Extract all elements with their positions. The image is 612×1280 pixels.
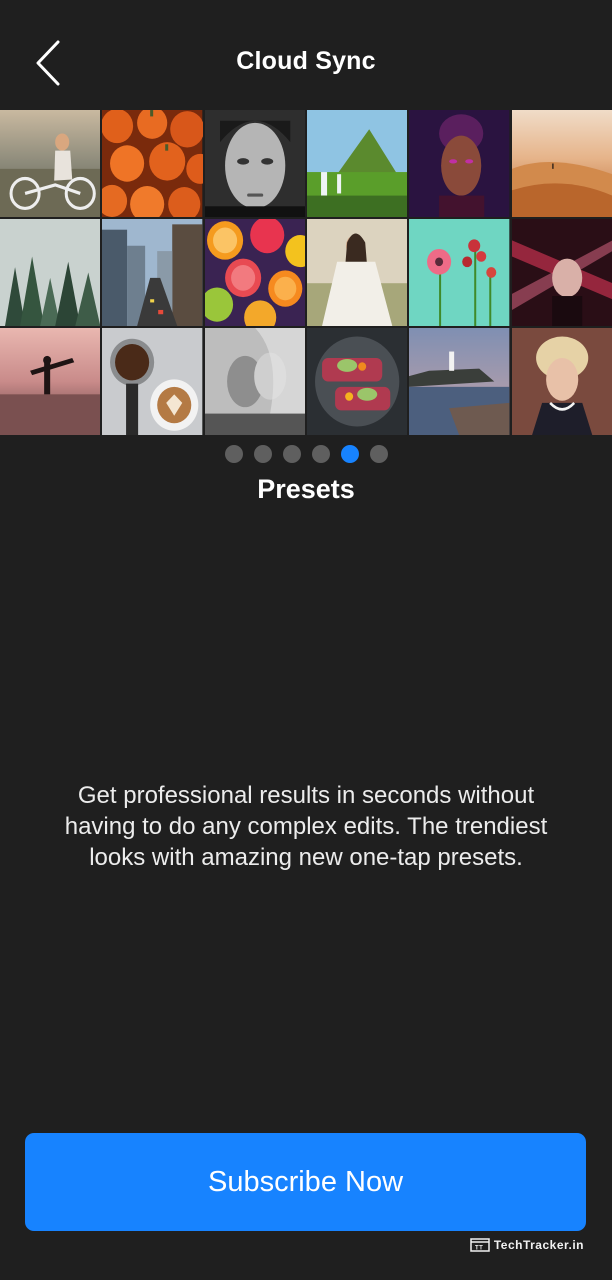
- watermark: TT TechTracker.in: [470, 1238, 584, 1252]
- carousel-pager: [0, 445, 612, 463]
- feature-heading: Presets: [257, 474, 355, 504]
- subscribe-button[interactable]: Subscribe Now: [25, 1133, 586, 1231]
- bw-portrait-photo: [204, 110, 305, 217]
- page-title: Cloud Sync: [236, 47, 376, 75]
- citrus-slices-photo: [204, 219, 305, 326]
- red-light-portrait-photo: [511, 219, 612, 326]
- feature-description: Get professional results in seconds with…: [64, 782, 548, 871]
- purple-portrait-photo: [409, 110, 510, 217]
- avocado-toast-photo: [307, 328, 408, 435]
- misty-forest-photo: [0, 219, 101, 326]
- vintage-portrait-photo: [511, 328, 612, 435]
- coffee-photo: [102, 328, 203, 435]
- desert-dunes-photo: [511, 110, 612, 217]
- browser-window-icon: TT: [470, 1238, 490, 1252]
- svg-text:TT: TT: [475, 1246, 483, 1252]
- surfer-sunset-photo: [0, 328, 101, 435]
- bride-photo: [307, 219, 408, 326]
- header: Cloud Sync: [0, 0, 612, 110]
- pager-dot-active[interactable]: [340, 445, 359, 463]
- lighthouse-photo: [409, 328, 510, 435]
- cyclist-photo: [0, 110, 101, 217]
- watermark-text: TechTracker.in: [493, 1238, 584, 1252]
- preset-gallery: [0, 110, 612, 435]
- flowers-photo: [409, 219, 510, 326]
- pager-dot[interactable]: [253, 445, 272, 463]
- pager-dot[interactable]: [282, 445, 301, 463]
- pager-dot[interactable]: [311, 445, 330, 463]
- bw-couple-photo: [204, 328, 305, 435]
- waterfall-mountain-photo: [307, 110, 408, 217]
- pumpkins-photo: [102, 110, 203, 217]
- pager-dot[interactable]: [224, 445, 243, 463]
- pager-dot[interactable]: [369, 445, 388, 463]
- city-street-photo: [102, 219, 203, 326]
